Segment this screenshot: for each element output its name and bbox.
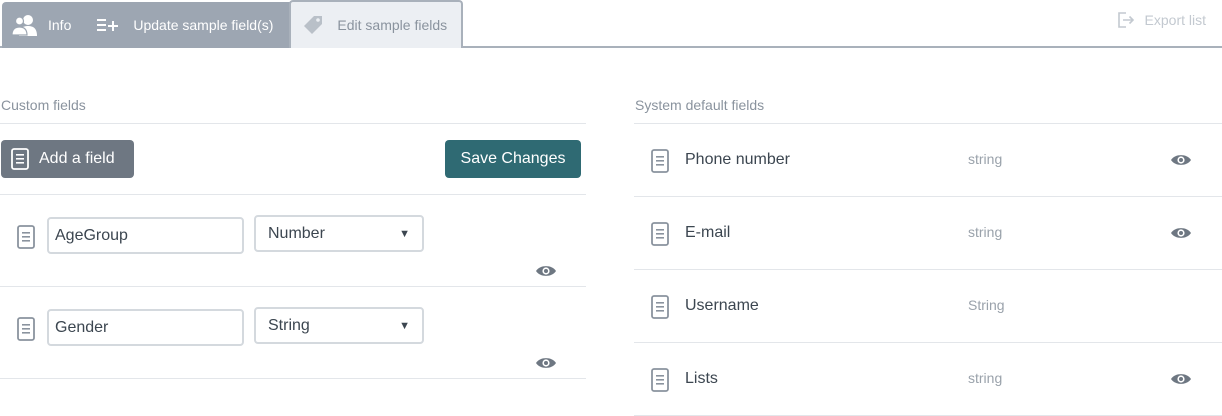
system-field-type: String bbox=[968, 297, 1005, 313]
field-name-input[interactable] bbox=[47, 309, 244, 346]
add-field-button[interactable]: Add a field bbox=[1, 140, 134, 178]
tab-edit-sample-fields[interactable]: Edit sample fields bbox=[289, 0, 464, 48]
document-icon bbox=[649, 368, 671, 392]
field-type-value: Number bbox=[268, 224, 325, 242]
document-icon bbox=[649, 295, 671, 319]
tag-icon bbox=[301, 13, 325, 37]
tab-update-label: Update sample field(s) bbox=[133, 17, 274, 33]
system-field-type: string bbox=[968, 370, 1003, 386]
eye-icon[interactable] bbox=[1170, 371, 1192, 387]
field-type-select[interactable]: String ▼ bbox=[254, 307, 424, 344]
export-icon bbox=[1117, 11, 1135, 29]
custom-field-row: String ▼ bbox=[0, 287, 586, 379]
caret-down-icon: ▼ bbox=[399, 227, 410, 240]
custom-field-row: Number ▼ bbox=[0, 195, 586, 287]
eye-icon[interactable] bbox=[535, 355, 557, 371]
divider bbox=[0, 123, 586, 124]
system-field-type: string bbox=[968, 224, 1003, 240]
add-field-label: Add a field bbox=[39, 150, 115, 167]
system-field-row: E-mail string bbox=[634, 197, 1222, 270]
eye-icon[interactable] bbox=[1170, 225, 1192, 241]
document-icon bbox=[649, 222, 671, 246]
caret-down-icon: ▼ bbox=[399, 319, 410, 332]
system-field-name: Phone number bbox=[685, 151, 790, 168]
document-icon bbox=[649, 149, 671, 173]
field-type-value: String bbox=[268, 316, 310, 334]
system-field-row: Username String bbox=[634, 270, 1222, 343]
system-field-type: string bbox=[968, 151, 1003, 167]
system-field-name: Username bbox=[685, 297, 759, 314]
document-icon bbox=[15, 317, 37, 341]
field-name-input[interactable] bbox=[47, 217, 244, 254]
system-field-row: Phone number string bbox=[634, 124, 1222, 197]
custom-fields-title: Custom fields bbox=[1, 97, 86, 113]
save-changes-button[interactable]: Save Changes bbox=[445, 140, 581, 178]
tab-group: Info Update sample field(s) Edit sample … bbox=[2, 0, 464, 48]
export-list-button[interactable]: Export list bbox=[1117, 10, 1206, 30]
system-field-row: Lists string bbox=[634, 343, 1222, 416]
field-type-select[interactable]: Number ▼ bbox=[254, 215, 424, 252]
tab-edit-label: Edit sample fields bbox=[337, 17, 448, 33]
system-field-name: Lists bbox=[685, 370, 718, 387]
system-field-name: E-mail bbox=[685, 224, 731, 241]
eye-icon[interactable] bbox=[1170, 152, 1192, 168]
tab-bar: Info Update sample field(s) Edit sample … bbox=[0, 0, 1222, 48]
document-icon bbox=[15, 225, 37, 249]
edit-sample-fields-page: Info Update sample field(s) Edit sample … bbox=[0, 0, 1222, 416]
document-icon bbox=[11, 148, 31, 170]
users-icon bbox=[12, 12, 38, 38]
tab-info-label: Info bbox=[48, 17, 72, 33]
eye-icon[interactable] bbox=[535, 263, 557, 279]
tab-info[interactable]: Info bbox=[2, 2, 85, 48]
tab-update-sample-fields[interactable]: Update sample field(s) bbox=[85, 2, 289, 48]
export-list-label: Export list bbox=[1144, 12, 1206, 28]
system-fields-title: System default fields bbox=[635, 97, 765, 113]
list-add-icon bbox=[97, 15, 119, 35]
divider bbox=[0, 378, 586, 379]
